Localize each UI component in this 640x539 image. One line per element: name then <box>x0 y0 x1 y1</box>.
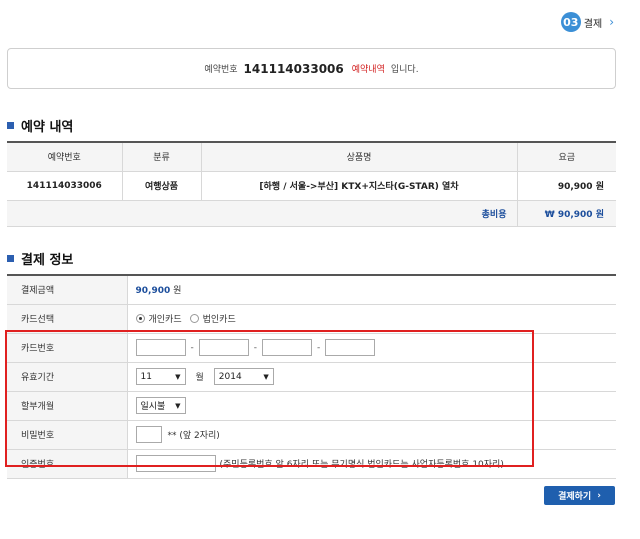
auth-hint: (주민등록번호 앞 6자리 또는 무기명식 법인카드는 사업자등록번호 10자리… <box>219 460 504 470</box>
card-number-input-2[interactable] <box>198 339 249 356</box>
col-reservation-number: 예약번호 <box>7 142 123 172</box>
password-input[interactable] <box>135 426 162 443</box>
card-select-row: 카드선택 개인카드 법인카드 <box>7 304 616 334</box>
col-fee: 요금 <box>517 142 616 172</box>
personal-card-radio[interactable] <box>135 314 145 323</box>
step-indicator[interactable]: 03 결제 › <box>560 12 614 32</box>
dropdown-arrow-icon: ▼ <box>263 372 269 381</box>
password-hint: ** (앞 2자리) <box>167 431 220 441</box>
cell-product-name: [하행 / 서울->부산] KTX+지스타(G-STAR) 열차 <box>201 171 518 201</box>
expiry-label: 유효기간 <box>7 362 128 392</box>
section-title-text: 결제 정보 <box>21 253 74 268</box>
reservation-table: 예약번호 분류 상품명 요금 141114033006 여행상품 [하행 / 서… <box>7 141 616 227</box>
expiry-month-value: 11 <box>140 371 152 382</box>
table-row: 141114033006 여행상품 [하행 / 서울->부산] KTX+지스타(… <box>7 171 616 201</box>
dropdown-arrow-icon: ▼ <box>175 372 181 381</box>
dropdown-arrow-icon: ▼ <box>175 401 181 410</box>
expiry-row: 유효기간 11 ▼ 월 2014 ▼ <box>7 362 616 392</box>
col-product-name: 상품명 <box>201 142 518 172</box>
installment-row: 할부개월 일시불 ▼ <box>7 391 616 421</box>
auth-row: 인증번호 (주민등록번호 앞 6자리 또는 무기명식 법인카드는 사업자등록번호… <box>7 449 616 479</box>
notice-label: 예약번호 <box>204 65 238 75</box>
amount-row: 결제금액 90,900 원 <box>7 275 616 305</box>
dash-separator: - <box>190 342 194 353</box>
cell-reservation-number: 141114033006 <box>7 171 123 201</box>
card-number-row: 카드번호 - - - <box>7 333 616 363</box>
amount-unit: 원 <box>173 286 182 297</box>
reservation-history-link[interactable]: 예약내역 <box>352 62 385 75</box>
reservation-number: 141114033006 <box>243 61 344 76</box>
expiry-year-select[interactable]: 2014 ▼ <box>213 368 274 385</box>
cell-fee: 90,900 원 <box>517 171 616 201</box>
square-bullet-icon <box>7 122 14 129</box>
installment-select[interactable]: 일시불 ▼ <box>135 397 186 414</box>
auth-number-input[interactable] <box>135 455 216 472</box>
password-label: 비밀번호 <box>7 420 128 450</box>
personal-card-label: 개인카드 <box>148 315 182 325</box>
table-header-row: 예약번호 분류 상품명 요금 <box>7 142 616 172</box>
dash-separator: - <box>253 342 257 353</box>
notice-suffix: 입니다. <box>390 65 419 75</box>
step-number: 03 <box>560 12 581 32</box>
square-bullet-icon <box>7 255 14 262</box>
card-number-input-4[interactable] <box>325 339 376 356</box>
card-number-label: 카드번호 <box>7 333 128 363</box>
step-label: 결제 <box>583 18 603 30</box>
card-number-input-3[interactable] <box>262 339 312 356</box>
dash-separator: - <box>317 342 321 353</box>
month-unit-label: 월 <box>195 373 204 383</box>
cell-category: 여행상품 <box>122 171 202 201</box>
card-number-input-1[interactable] <box>135 339 186 356</box>
reservation-section-title: 예약 내역 <box>7 116 73 135</box>
corporate-card-label: 법인카드 <box>202 315 236 325</box>
chevron-right-icon: › <box>597 490 601 501</box>
card-select-label: 카드선택 <box>7 304 128 334</box>
password-row: 비밀번호 ** (앞 2자리) <box>7 420 616 450</box>
reservation-notice: 예약번호 141114033006 예약내역 입니다. <box>7 48 616 89</box>
auth-label: 인증번호 <box>7 449 128 479</box>
installment-label: 할부개월 <box>7 391 128 421</box>
amount-value: 90,900 <box>135 286 171 297</box>
chevron-right-icon: › <box>609 15 614 29</box>
section-title-text: 예약 내역 <box>21 120 74 135</box>
pay-button[interactable]: 결제하기 › <box>544 486 615 505</box>
expiry-month-select[interactable]: 11 ▼ <box>135 368 186 385</box>
corporate-card-radio[interactable] <box>189 314 199 323</box>
total-value: ₩ 90,900 원 <box>517 200 616 227</box>
total-row: 총비용 ₩ 90,900 원 <box>7 200 616 227</box>
pay-button-label: 결제하기 <box>558 492 592 502</box>
payment-table: 결제금액 90,900 원 카드선택 개인카드 법인카드 카드번호 - - - … <box>7 274 616 479</box>
amount-label: 결제금액 <box>7 275 128 305</box>
col-category: 분류 <box>122 142 202 172</box>
payment-section-title: 결제 정보 <box>7 249 73 268</box>
total-label: 총비용 <box>7 200 518 227</box>
expiry-year-value: 2014 <box>218 371 242 382</box>
installment-value: 일시불 <box>140 402 166 412</box>
